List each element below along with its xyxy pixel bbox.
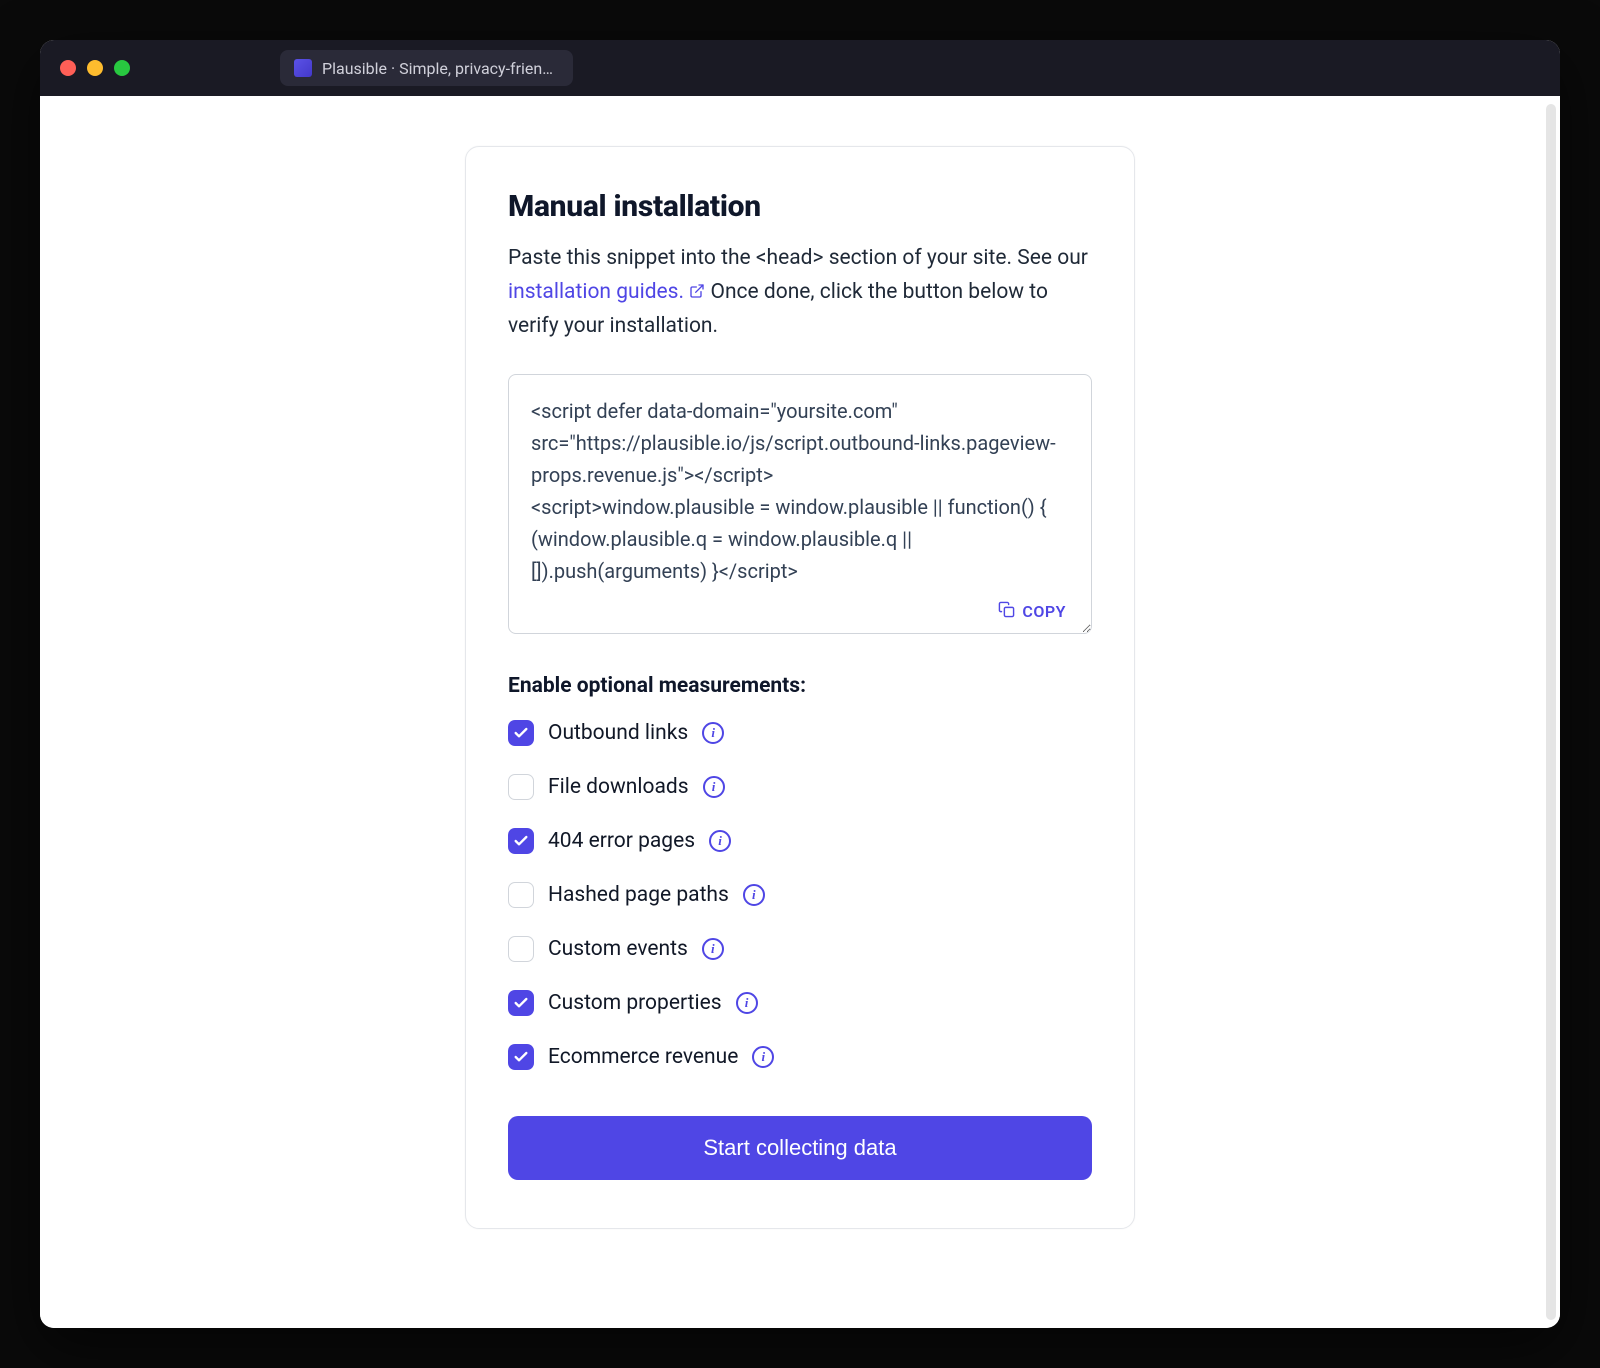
traffic-lights: [60, 60, 130, 76]
option-label: 404 error pages: [548, 829, 695, 853]
info-icon[interactable]: i: [703, 776, 725, 798]
snippet-container: COPY: [508, 374, 1092, 638]
info-icon[interactable]: i: [702, 938, 724, 960]
copy-icon: [998, 601, 1015, 622]
info-icon[interactable]: i: [709, 830, 731, 852]
check-icon: [513, 1049, 529, 1065]
option-label: Custom events: [548, 937, 688, 961]
option-label: Outbound links: [548, 721, 688, 745]
snippet-textarea[interactable]: [508, 374, 1092, 634]
option-row: Outbound links i: [508, 720, 1092, 746]
option-checkbox[interactable]: [508, 828, 534, 854]
info-icon[interactable]: i: [752, 1046, 774, 1068]
page-content: Manual installation Paste this snippet i…: [40, 96, 1560, 1328]
plausible-favicon: [294, 59, 312, 77]
option-checkbox[interactable]: [508, 936, 534, 962]
option-label: File downloads: [548, 775, 689, 799]
installation-guides-link[interactable]: installation guides.: [508, 280, 711, 304]
info-icon[interactable]: i: [743, 884, 765, 906]
option-row: 404 error pages i: [508, 828, 1092, 854]
option-label: Ecommerce revenue: [548, 1045, 738, 1069]
vertical-scrollbar[interactable]: [1546, 104, 1556, 1320]
option-row: File downloads i: [508, 774, 1092, 800]
check-icon: [513, 833, 529, 849]
option-row: Custom properties i: [508, 990, 1092, 1016]
copy-label: COPY: [1022, 602, 1066, 621]
optional-measurements-heading: Enable optional measurements:: [508, 674, 1092, 698]
card-title: Manual installation: [508, 189, 1092, 224]
browser-tab[interactable]: Plausible · Simple, privacy-frien…: [280, 50, 573, 86]
maximize-window-button[interactable]: [114, 60, 130, 76]
close-window-button[interactable]: [60, 60, 76, 76]
browser-window: Plausible · Simple, privacy-frien… Manua…: [40, 40, 1560, 1328]
intro-pre: Paste this snippet into the <head> secti…: [508, 246, 1088, 270]
option-row: Custom events i: [508, 936, 1092, 962]
option-label: Hashed page paths: [548, 883, 729, 907]
info-icon[interactable]: i: [736, 992, 758, 1014]
info-icon[interactable]: i: [702, 722, 724, 744]
option-checkbox[interactable]: [508, 720, 534, 746]
option-label: Custom properties: [548, 991, 722, 1015]
option-row: Ecommerce revenue i: [508, 1044, 1092, 1070]
check-icon: [513, 725, 529, 741]
option-row: Hashed page paths i: [508, 882, 1092, 908]
start-collecting-button[interactable]: Start collecting data: [508, 1116, 1092, 1180]
titlebar: Plausible · Simple, privacy-frien…: [40, 40, 1560, 96]
tab-title: Plausible · Simple, privacy-frien…: [322, 59, 553, 78]
options-list: Outbound linksiFile downloadsi404 error …: [508, 720, 1092, 1070]
copy-button[interactable]: COPY: [994, 599, 1070, 624]
check-icon: [513, 995, 529, 1011]
option-checkbox[interactable]: [508, 774, 534, 800]
option-checkbox[interactable]: [508, 1044, 534, 1070]
minimize-window-button[interactable]: [87, 60, 103, 76]
manual-installation-card: Manual installation Paste this snippet i…: [465, 146, 1135, 1229]
external-link-icon: [689, 277, 705, 311]
option-checkbox[interactable]: [508, 882, 534, 908]
option-checkbox[interactable]: [508, 990, 534, 1016]
intro-text: Paste this snippet into the <head> secti…: [508, 242, 1092, 344]
